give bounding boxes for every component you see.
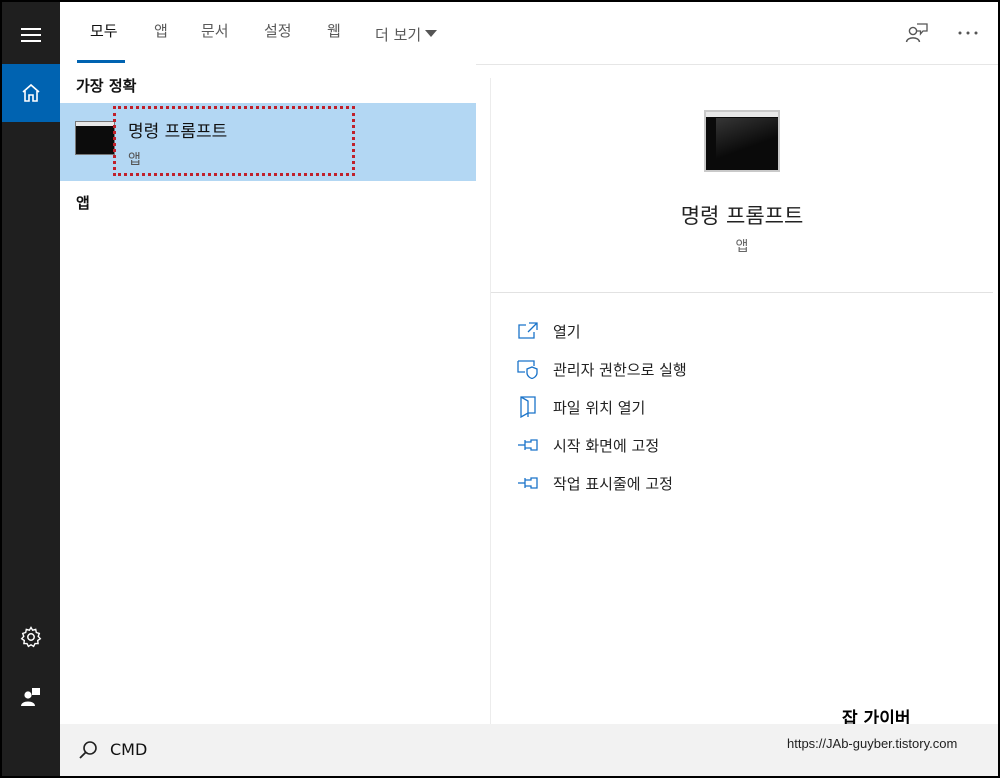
apps-heading: 앱 [76,194,90,212]
tab-settings[interactable]: 설정 [264,20,292,48]
action-run-as-admin[interactable]: 관리자 권한으로 실행 [517,354,937,384]
pin-icon [518,477,538,489]
tab-more[interactable]: 더 보기 [375,20,438,48]
home-button[interactable] [2,64,60,122]
preview-app-name: 명령 프롬프트 [680,204,804,228]
user-icon [21,688,40,706]
settings-button[interactable] [2,610,60,664]
cmd-preview-icon [704,110,780,172]
search-input[interactable]: CMD [110,740,147,759]
cmd-app-icon [75,121,115,155]
search-icon [79,741,97,759]
action-pin-to-start-label: 시작 화면에 고정 [553,436,660,455]
feedback-icon [905,23,928,43]
tab-more-label: 더 보기 [375,25,422,44]
action-run-as-admin-label: 관리자 권한으로 실행 [553,360,687,379]
sidebar [2,2,60,776]
preview-divider [491,292,993,293]
caret-down-icon [425,30,438,37]
home-icon [22,83,40,102]
tab-apps[interactable]: 앱 [154,20,168,48]
action-open[interactable]: 열기 [517,316,937,346]
open-icon [518,322,538,339]
action-open-file-location[interactable]: 파일 위치 열기 [517,392,937,422]
watermark-url: https://JAb-guyber.tistory.com [787,736,958,751]
active-tab-indicator [77,60,125,63]
ellipsis-icon [958,31,978,35]
more-options-button[interactable] [950,16,986,50]
tab-all[interactable]: 모두 [90,20,118,48]
action-pin-to-taskbar-label: 작업 표시줄에 고정 [553,474,673,493]
action-open-file-location-label: 파일 위치 열기 [553,398,646,417]
action-open-label: 열기 [553,322,581,341]
file-location-icon [520,396,536,418]
feedback-button[interactable] [899,16,935,50]
preview-pane: 명령 프롬프트 앱 열기 관리자 권한으로 실행 파일 위치 열기 시작 화면에… [490,78,993,724]
filter-tabs: 모두 앱 문서 설정 웹 더 보기 [60,2,998,65]
menu-button[interactable] [2,10,60,60]
tab-documents[interactable]: 문서 [201,20,229,48]
action-pin-to-taskbar[interactable]: 작업 표시줄에 고정 [517,468,937,498]
main-panel: 모두 앱 문서 설정 웹 더 보기 가장 정확 명령 프롬프트 앱 앱 명령 프… [60,2,998,776]
result-type: 앱 [128,152,141,168]
best-match-heading: 가장 정확 [76,77,137,95]
search-window: 모두 앱 문서 설정 웹 더 보기 가장 정확 명령 프롬프트 앱 앱 명령 프… [2,2,998,776]
results-pane: 가장 정확 명령 프롬프트 앱 앱 [60,64,476,724]
hamburger-icon [21,28,41,42]
result-name: 명령 프롬프트 [128,122,228,142]
preview-app-type: 앱 [735,239,749,255]
tab-web[interactable]: 웹 [327,20,341,48]
best-match-result[interactable]: 명령 프롬프트 앱 [60,103,476,181]
admin-shield-icon [517,360,538,379]
pin-icon [518,439,538,451]
gear-icon [20,626,42,648]
action-pin-to-start[interactable]: 시작 화면에 고정 [517,430,937,460]
user-button[interactable] [2,670,60,724]
